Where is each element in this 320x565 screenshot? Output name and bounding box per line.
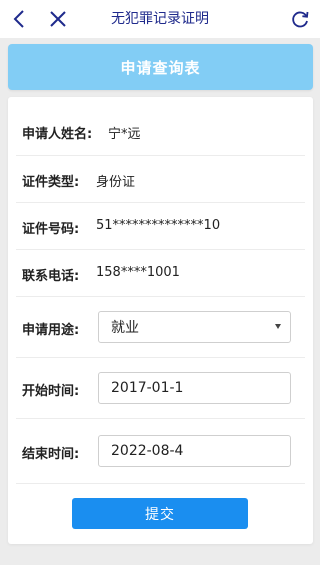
form-header: 申请查询表 (8, 44, 313, 90)
form-header-title: 申请查询表 (120, 58, 201, 77)
start-time-value: 2017-01-1 (111, 380, 184, 396)
start-time-input[interactable]: 2017-01-1 (98, 372, 291, 404)
applicant-name-row: 申请人姓名: 宁*远 (16, 109, 305, 156)
submit-button[interactable]: 提交 (72, 498, 248, 529)
purpose-row: 申请用途: 就业 (16, 297, 305, 358)
id-number-label: 证件号码: (22, 222, 80, 237)
end-time-label: 结束时间: (22, 447, 80, 462)
id-type-value: 身份证 (96, 175, 136, 190)
chevron-left-icon[interactable] (6, 0, 32, 38)
start-time-row: 开始时间: 2017-01-1 (16, 358, 305, 419)
applicant-name-label: 申请人姓名: (22, 127, 93, 142)
caret-down-icon (275, 324, 281, 329)
applicant-name-value: 宁*远 (108, 127, 141, 142)
phone-row: 联系电话: 158****1001 (16, 250, 305, 297)
page-title: 无犯罪记录证明 (111, 11, 209, 27)
phone-label: 联系电话: (22, 269, 80, 284)
purpose-select[interactable]: 就业 (98, 311, 291, 343)
purpose-select-value: 就业 (111, 320, 139, 336)
phone-value: 158****1001 (96, 265, 180, 280)
end-time-row: 结束时间: 2022-08-4 (16, 419, 305, 484)
id-type-row: 证件类型: 身份证 (16, 156, 305, 203)
end-time-value: 2022-08-4 (111, 443, 184, 459)
id-type-label: 证件类型: (22, 175, 80, 190)
start-time-label: 开始时间: (22, 384, 80, 399)
close-icon[interactable] (44, 0, 72, 38)
id-number-row: 证件号码: 51**************10 (16, 203, 305, 250)
purpose-label: 申请用途: (22, 323, 80, 338)
refresh-icon[interactable] (286, 0, 314, 38)
id-number-value: 51**************10 (96, 218, 221, 233)
top-navigation-bar: 无犯罪记录证明 (0, 0, 320, 38)
end-time-input[interactable]: 2022-08-4 (98, 435, 291, 467)
application-form: 申请人姓名: 宁*远 证件类型: 身份证 证件号码: 51***********… (8, 97, 313, 544)
